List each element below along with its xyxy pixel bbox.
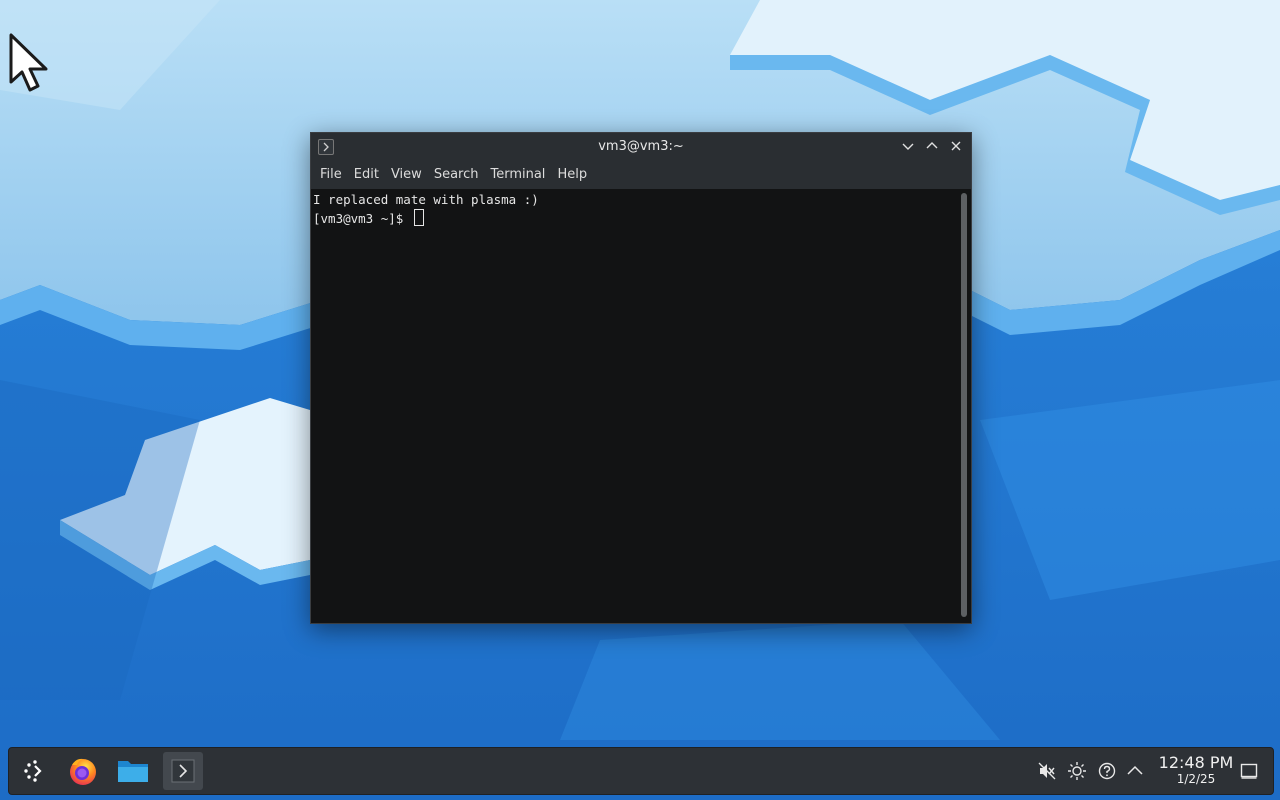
terminal-window[interactable]: vm3@vm3:~ File Edit View Search Terminal… bbox=[310, 132, 972, 624]
text-cursor bbox=[413, 209, 424, 226]
taskbar-panel: 12:48 PM 1/2/25 bbox=[8, 747, 1274, 795]
file-manager-launcher[interactable] bbox=[113, 752, 153, 790]
menu-search[interactable]: Search bbox=[428, 164, 485, 186]
show-hidden-icon[interactable] bbox=[1125, 761, 1145, 781]
clock-time: 12:48 PM bbox=[1158, 753, 1234, 772]
chevron-down-icon bbox=[902, 143, 914, 150]
close-button[interactable] bbox=[948, 138, 964, 154]
minimize-button[interactable] bbox=[900, 138, 916, 154]
application-launcher-icon bbox=[24, 760, 42, 782]
terminal-task-button[interactable] bbox=[163, 752, 203, 790]
menu-bar: File Edit View Search Terminal Help bbox=[311, 160, 971, 189]
menu-help[interactable]: Help bbox=[551, 164, 593, 186]
menu-terminal[interactable]: Terminal bbox=[484, 164, 551, 186]
terminal-prompt-line: [vm3@vm3 ~]$ bbox=[313, 209, 971, 227]
shell-prompt: [vm3@vm3 ~]$ bbox=[313, 211, 411, 226]
firefox-icon bbox=[70, 758, 96, 785]
brightness-icon[interactable] bbox=[1067, 761, 1087, 781]
maximize-button[interactable] bbox=[924, 138, 940, 154]
show-desktop-icon[interactable] bbox=[1239, 761, 1259, 781]
close-icon bbox=[951, 141, 961, 151]
mouse-cursor-icon bbox=[9, 33, 48, 92]
clock-date: 1/2/25 bbox=[1176, 772, 1216, 786]
terminal-scrollbar[interactable] bbox=[961, 193, 967, 617]
terminal-icon bbox=[171, 759, 195, 783]
window-title: vm3@vm3:~ bbox=[598, 139, 684, 154]
terminal-output[interactable]: I replaced mate with plasma :) [vm3@vm3 … bbox=[311, 189, 971, 623]
menu-file[interactable]: File bbox=[314, 164, 348, 186]
terminal-line: I replaced mate with plasma :) bbox=[313, 192, 539, 207]
help-icon[interactable] bbox=[1097, 761, 1117, 781]
menu-edit[interactable]: Edit bbox=[348, 164, 385, 186]
window-titlebar[interactable]: vm3@vm3:~ bbox=[311, 133, 971, 160]
firefox-launcher[interactable] bbox=[63, 752, 103, 790]
menu-view[interactable]: View bbox=[385, 164, 428, 186]
chevron-up-icon bbox=[926, 142, 938, 149]
volume-muted-icon[interactable] bbox=[1037, 761, 1057, 781]
digital-clock[interactable]: 12:48 PM 1/2/25 bbox=[1149, 753, 1243, 787]
desktop: vm3@vm3:~ File Edit View Search Terminal… bbox=[0, 0, 1280, 800]
application-launcher-button[interactable] bbox=[15, 752, 55, 790]
file-manager-icon bbox=[118, 761, 148, 782]
